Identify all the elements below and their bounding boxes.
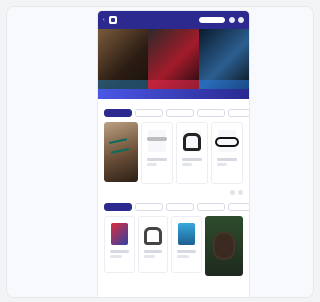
section-2-tab-2[interactable] [166,203,194,211]
product-card-6[interactable] [171,216,203,273]
product-card-1[interactable] [141,122,173,184]
hero-strip[interactable] [98,89,249,99]
hero-tile-label-2 [148,80,199,89]
brand[interactable] [108,16,120,24]
section-2-tab-4[interactable] [228,203,249,211]
product-card-4[interactable] [104,216,135,273]
product-title-line-6a [177,250,197,253]
product-title-line-1 [147,158,167,161]
section-2-products-row [104,216,244,276]
section-2-tab-0[interactable] [104,203,132,211]
screenshot-card: ‹ [6,6,314,298]
top-navigation-bar: ‹ [98,11,249,29]
product-title-line-2c [217,163,227,166]
halter-shape [108,138,130,154]
product-card-5[interactable] [137,216,169,273]
hero-tile-label-3 [198,80,249,89]
mobile-page: ‹ [98,11,249,297]
section-2-tab-1[interactable] [135,203,163,211]
section-2 [98,195,249,276]
section-1-tab-2[interactable] [166,109,194,117]
section-1-tab-1[interactable] [135,109,163,117]
brand-logo-icon [108,16,117,24]
hero-tile-1[interactable] [98,29,149,89]
bit-icon [147,137,167,141]
product-image-4 [111,223,128,245]
section-1-tab-3[interactable] [197,109,225,117]
product-title-line-1c [217,158,237,161]
outside-dot-right [303,297,309,298]
product-card-2[interactable] [176,122,208,184]
product-image-1 [148,130,166,152]
product-title-line-4b [110,255,122,258]
carousel-dot[interactable] [230,190,235,195]
carousel-dot[interactable] [238,190,243,195]
section-1-tabs [104,109,249,117]
section-2-tab-3[interactable] [197,203,225,211]
hero-banners [98,29,249,89]
cart-icon[interactable] [238,17,244,23]
product-title-line-2 [147,163,157,166]
feature-horse-image[interactable] [104,122,138,182]
back-chevron-icon[interactable]: ‹ [103,17,105,23]
outside-dot-left [20,297,26,298]
section-2-tabs [104,203,249,211]
product-title-line-4a [110,250,129,253]
carousel-dots-1 [230,190,243,195]
hero-tile-3[interactable] [198,29,249,89]
reins-icon [215,137,239,147]
dog-feature-image[interactable] [205,216,244,276]
product-title-line-2b [182,163,192,166]
hero-tile-2[interactable] [148,29,199,89]
product-title-line-6b [177,255,190,258]
product-image-6 [178,223,196,245]
section-1-tab-4[interactable] [228,109,249,117]
user-icon[interactable] [229,17,235,23]
product-card-3[interactable] [211,122,243,184]
product-grid [141,122,243,184]
product-title-line-1b [182,158,202,161]
stirrup-icon [183,133,201,151]
section-1-products-row [104,122,243,184]
section-1 [98,99,249,195]
hero-tile-label-1 [98,80,149,89]
product-title-line-5a [143,250,163,253]
search-input[interactable] [199,17,225,23]
ring-icon [144,227,162,245]
section-1-tab-0[interactable] [104,109,132,117]
product-title-line-5b [143,255,156,258]
